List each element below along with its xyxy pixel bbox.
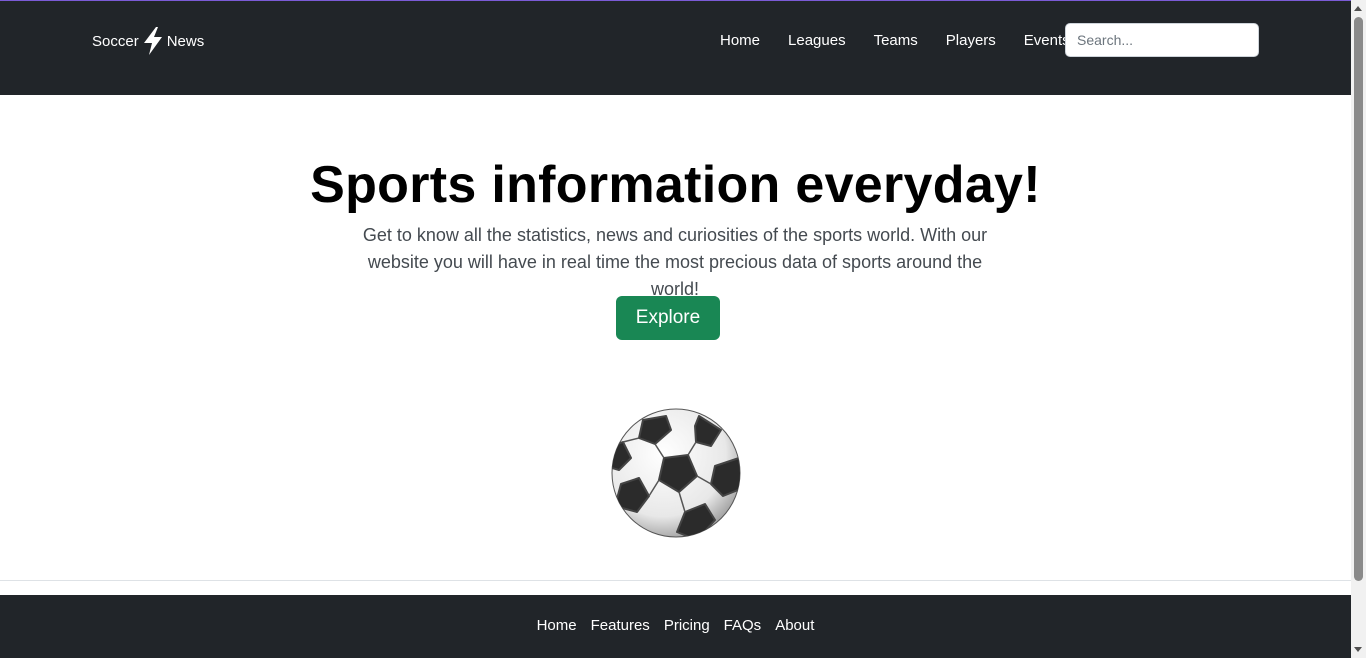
brand-text-right: News bbox=[166, 32, 205, 50]
scrollbar-thumb[interactable] bbox=[1354, 17, 1363, 581]
vertical-scrollbar[interactable] bbox=[1351, 0, 1366, 658]
nav-link-home[interactable]: Home bbox=[706, 29, 774, 53]
nav-link-players[interactable]: Players bbox=[932, 29, 1010, 53]
hero-title: Sports information everyday! bbox=[310, 156, 1041, 214]
footer: Home Features Pricing FAQs About bbox=[0, 595, 1351, 658]
footer-nav: Home Features Pricing FAQs About bbox=[0, 617, 1351, 634]
navbar: Soccer News Home Leagues Teams Players E… bbox=[0, 1, 1351, 95]
footer-divider bbox=[0, 580, 1351, 581]
brand-logo[interactable]: Soccer News bbox=[92, 27, 204, 55]
page: Soccer News Home Leagues Teams Players E… bbox=[0, 0, 1366, 658]
hero-description: Get to know all the statistics, news and… bbox=[362, 225, 988, 299]
explore-button[interactable]: Explore bbox=[616, 296, 720, 340]
footer-link-about[interactable]: About bbox=[768, 617, 821, 634]
nav-menu: Home Leagues Teams Players Events bbox=[706, 29, 1084, 53]
hero-section: Sports information everyday! Get to know… bbox=[0, 95, 1351, 581]
soccer-ball-icon bbox=[611, 408, 741, 538]
footer-link-faqs[interactable]: FAQs bbox=[717, 617, 769, 634]
search-input[interactable] bbox=[1065, 23, 1259, 57]
lightning-bolt-icon bbox=[142, 27, 164, 55]
footer-link-features[interactable]: Features bbox=[584, 617, 657, 634]
scroll-up-arrow-icon[interactable] bbox=[1354, 6, 1362, 11]
scroll-down-arrow-icon[interactable] bbox=[1354, 647, 1362, 652]
brand-text-left: Soccer bbox=[92, 32, 139, 50]
nav-link-teams[interactable]: Teams bbox=[860, 29, 932, 53]
footer-link-pricing[interactable]: Pricing bbox=[657, 617, 717, 634]
footer-link-home[interactable]: Home bbox=[530, 617, 584, 634]
nav-link-leagues[interactable]: Leagues bbox=[774, 29, 860, 53]
